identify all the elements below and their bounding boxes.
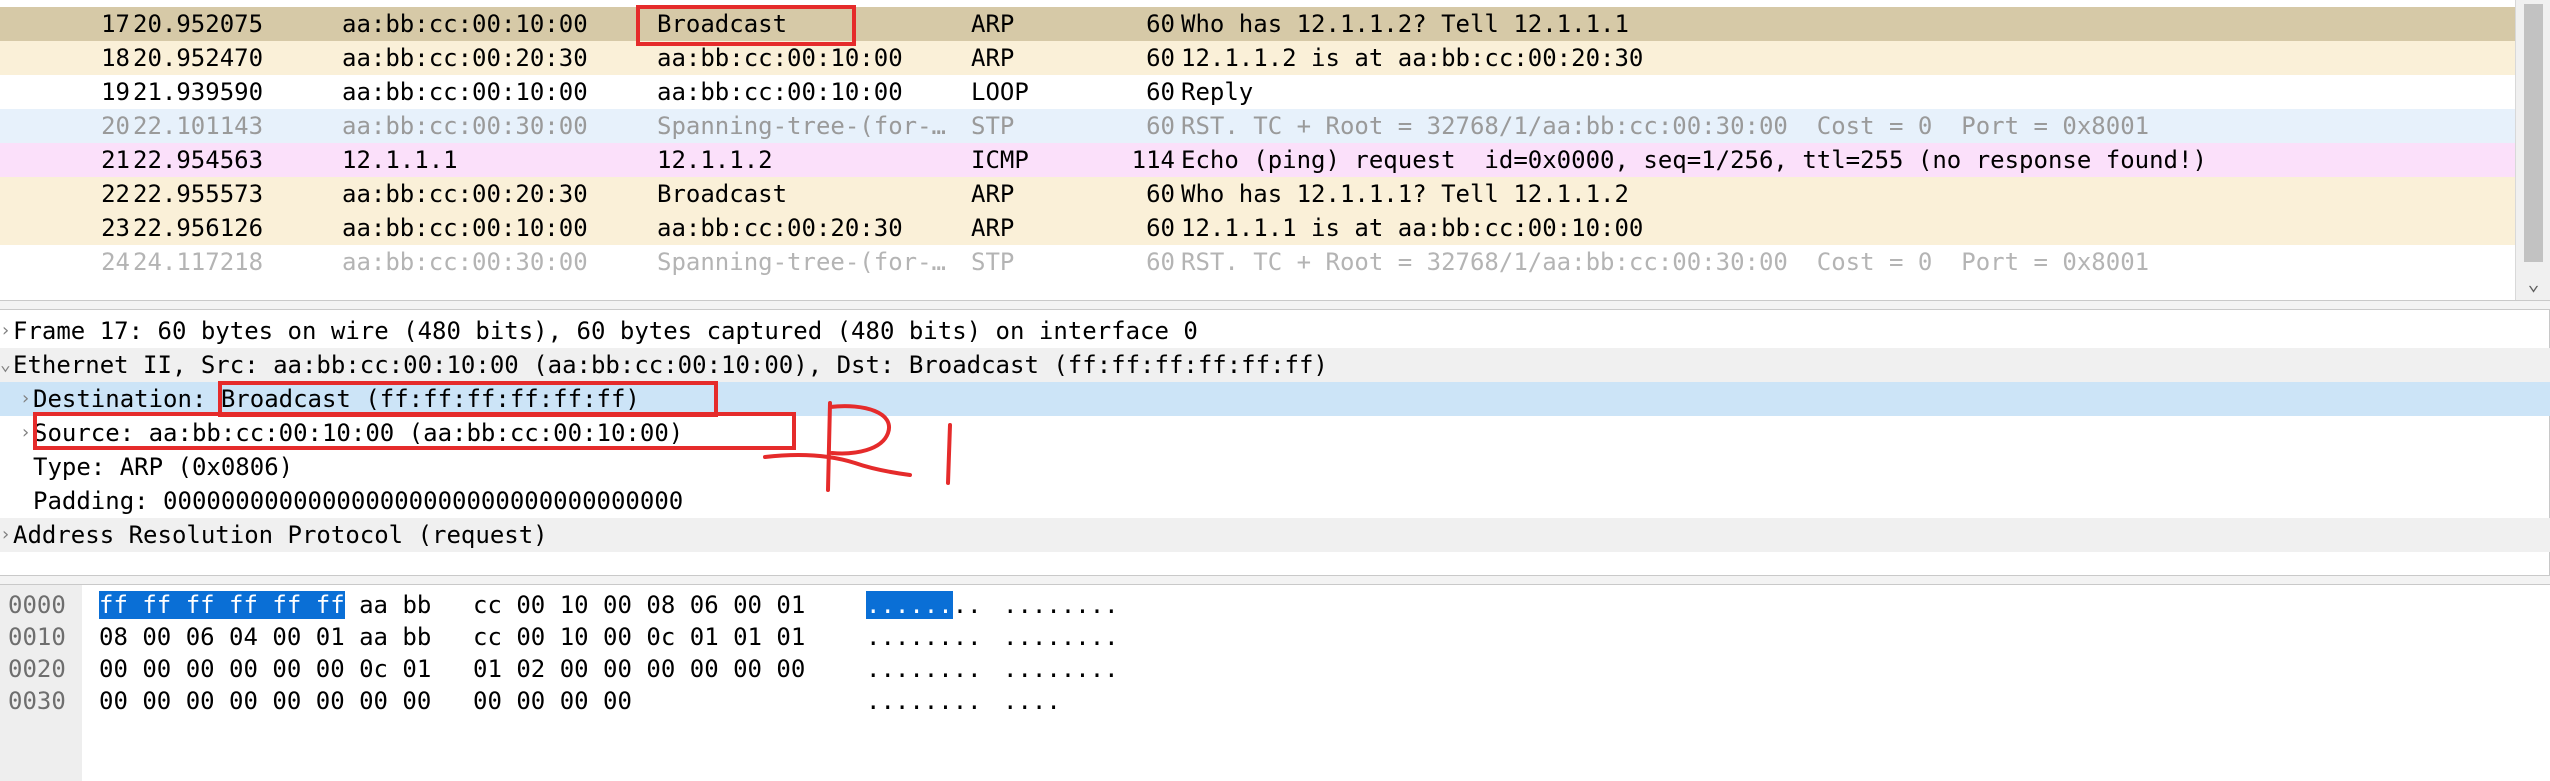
hex-bytes[interactable]: 08 00 06 04 00 01 aa bb [99, 623, 431, 651]
hex-bytes[interactable]: 00 00 00 00 00 00 0c 01 [99, 655, 431, 683]
hex-row: 0030 00 00 00 00 00 00 00 00 00 00 00 00..… [0, 685, 2550, 717]
packet-row[interactable]: 20 22.101143 aa:bb:cc:00:30:00 Spanning-tre… [0, 109, 2515, 143]
ascii-group1[interactable]: ........ [866, 589, 982, 621]
packet-info: Echo (ping) request id=0x0000, seq=1/256… [1181, 146, 2207, 174]
scrollbar-thumb[interactable] [2524, 4, 2543, 262]
packet-length: 60 [1146, 44, 1175, 72]
detail-tree-item[interactable]: › Frame 17: 60 bytes on wire (480 bits), … [0, 314, 2550, 348]
packet-info: Who has 12.1.1.2? Tell 12.1.1.1 [1181, 10, 1629, 38]
annotation-box-source [33, 412, 796, 450]
packet-info: Reply [1181, 78, 1254, 106]
packet-info: RST. TC + Root = 32768/1/aa:bb:cc:00:30:… [1181, 248, 2150, 276]
packet-bytes: 0000 ff ff ff ff ff ff aa bb cc 00 10 00 0… [0, 585, 2550, 781]
hex-bytes-group1[interactable]: 00 00 00 00 00 00 00 00 [99, 685, 431, 717]
ascii-group2[interactable]: ........ [1003, 621, 1119, 653]
hex-bytes-group1[interactable]: 08 00 06 04 00 01 aa bb [99, 621, 431, 653]
ascii-group2[interactable]: ........ [1003, 589, 1119, 621]
packet-length: 60 [1146, 10, 1175, 38]
hex-offset: 0000 [8, 591, 66, 619]
packet-list-scrollbar[interactable]: ⌄ [2515, 0, 2550, 300]
packet-row[interactable]: 19 21.939590 aa:bb:cc:00:10:00 aa:bb:cc:00:… [0, 75, 2515, 109]
ascii-selected[interactable]: ...... [866, 591, 953, 619]
ascii-group2[interactable]: ........ [1003, 653, 1119, 685]
ascii-text[interactable]: .. [953, 591, 982, 619]
packet-length: 60 [1146, 248, 1175, 276]
packet-length: 60 [1146, 214, 1175, 242]
hex-row: 0010 08 00 06 04 00 01 aa bb cc 00 10 00 0… [0, 621, 2550, 653]
packet-info: RST. TC + Root = 32768/1/aa:bb:cc:00:30:… [1181, 112, 2150, 140]
hex-bytes[interactable]: 00 00 00 00 00 00 00 00 [99, 687, 431, 715]
hex-bytes-group2[interactable]: 01 02 00 00 00 00 00 00 [473, 653, 805, 685]
detail-tree-item[interactable]: Type: ARP (0x0806) [0, 450, 2550, 484]
scroll-down-icon[interactable]: ⌄ [2516, 268, 2550, 298]
packet-length: 60 [1146, 180, 1175, 208]
packet-row[interactable]: 22 22.955573 aa:bb:cc:00:20:30 Broadcast ARP… [0, 177, 2515, 211]
detail-label: Padding: 0000000000000000000000000000000… [33, 487, 684, 515]
chevron-right-icon[interactable]: › [20, 382, 31, 416]
packet-length: 60 [1146, 78, 1175, 106]
chevron-right-icon[interactable]: › [0, 314, 11, 348]
detail-label: Type: ARP (0x0806) [33, 453, 294, 481]
ascii-group1[interactable]: ........ [866, 685, 982, 717]
hex-bytes-group1[interactable]: ff ff ff ff ff ff aa bb [99, 589, 431, 621]
ascii-group1[interactable]: ........ [866, 621, 982, 653]
annotation-box-broadcast [636, 5, 856, 46]
packet-list: 17 20.952075 aa:bb:cc:00:10:00 Broadcast ARP… [0, 0, 2550, 300]
hex-bytes-group2[interactable]: cc 00 10 00 0c 01 01 01 [473, 621, 805, 653]
hex-offset: 0020 [8, 655, 66, 683]
handwritten-r1-annotation [763, 401, 952, 492]
hex-offset: 0030 [8, 687, 66, 715]
hex-bytes[interactable]: aa bb [345, 591, 431, 619]
packet-row[interactable]: 23 22.956126 aa:bb:cc:00:10:00 aa:bb:cc:00:… [0, 211, 2515, 245]
packet-length: 114 [1131, 146, 1175, 174]
detail-tree-item[interactable]: ⌄ Ethernet II, Src: aa:bb:cc:00:10:00 (aa… [0, 348, 2550, 382]
ascii-text[interactable]: ........ [866, 655, 982, 683]
pane-splitter-bottom[interactable] [0, 575, 2550, 585]
detail-label: Address Resolution Protocol (request) [13, 521, 548, 549]
detail-label: Ethernet II, Src: aa:bb:cc:00:10:00 (aa:… [13, 351, 1328, 379]
chevron-right-icon[interactable]: › [20, 416, 31, 450]
hex-bytes-group2[interactable]: cc 00 10 00 08 06 00 01 [473, 589, 805, 621]
packet-row[interactable]: 18 20.952470 aa:bb:cc:00:20:30 aa:bb:cc:00:… [0, 41, 2515, 75]
hex-bytes-group2[interactable]: 00 00 00 00 [473, 685, 632, 717]
packet-row[interactable]: 21 22.954563 12.1.1.1 12.1.1.2 ICMP 114 Echo (… [0, 143, 2515, 177]
ascii-group1[interactable]: ........ [866, 653, 982, 685]
packet-info: Who has 12.1.1.1? Tell 12.1.1.2 [1181, 180, 1629, 208]
packet-info: 12.1.1.2 is at aa:bb:cc:00:20:30 [1181, 44, 1644, 72]
packet-row[interactable]: 24 24.117218 aa:bb:cc:00:30:00 Spanning-tre… [0, 245, 2515, 279]
ascii-text[interactable]: ........ [866, 687, 982, 715]
ascii-text[interactable]: ........ [866, 623, 982, 651]
hex-row: 0020 00 00 00 00 00 00 0c 01 01 02 00 00 0… [0, 653, 2550, 685]
hex-bytes-group1[interactable]: 00 00 00 00 00 00 0c 01 [99, 653, 431, 685]
packet-info: 12.1.1.1 is at aa:bb:cc:00:10:00 [1181, 214, 1644, 242]
packet-length: 60 [1146, 112, 1175, 140]
ascii-group2[interactable]: .... [1003, 685, 1061, 717]
packet-row[interactable]: 17 20.952075 aa:bb:cc:00:10:00 Broadcast ARP… [0, 7, 2515, 41]
hex-offset: 0010 [8, 623, 66, 651]
chevron-right-icon[interactable]: › [0, 518, 11, 552]
hex-bytes-selected[interactable]: ff ff ff ff ff ff [99, 591, 345, 619]
pane-splitter-top[interactable] [0, 300, 2550, 310]
chevron-down-icon[interactable]: ⌄ [0, 348, 11, 382]
detail-tree-item[interactable]: › Address Resolution Protocol (request) [0, 518, 2550, 552]
detail-tree-item[interactable]: Padding: 0000000000000000000000000000000… [0, 484, 2550, 518]
hex-row: 0000 ff ff ff ff ff ff aa bb cc 00 10 00 0… [0, 589, 2550, 621]
detail-label: Frame 17: 60 bytes on wire (480 bits), 6… [13, 317, 1198, 345]
